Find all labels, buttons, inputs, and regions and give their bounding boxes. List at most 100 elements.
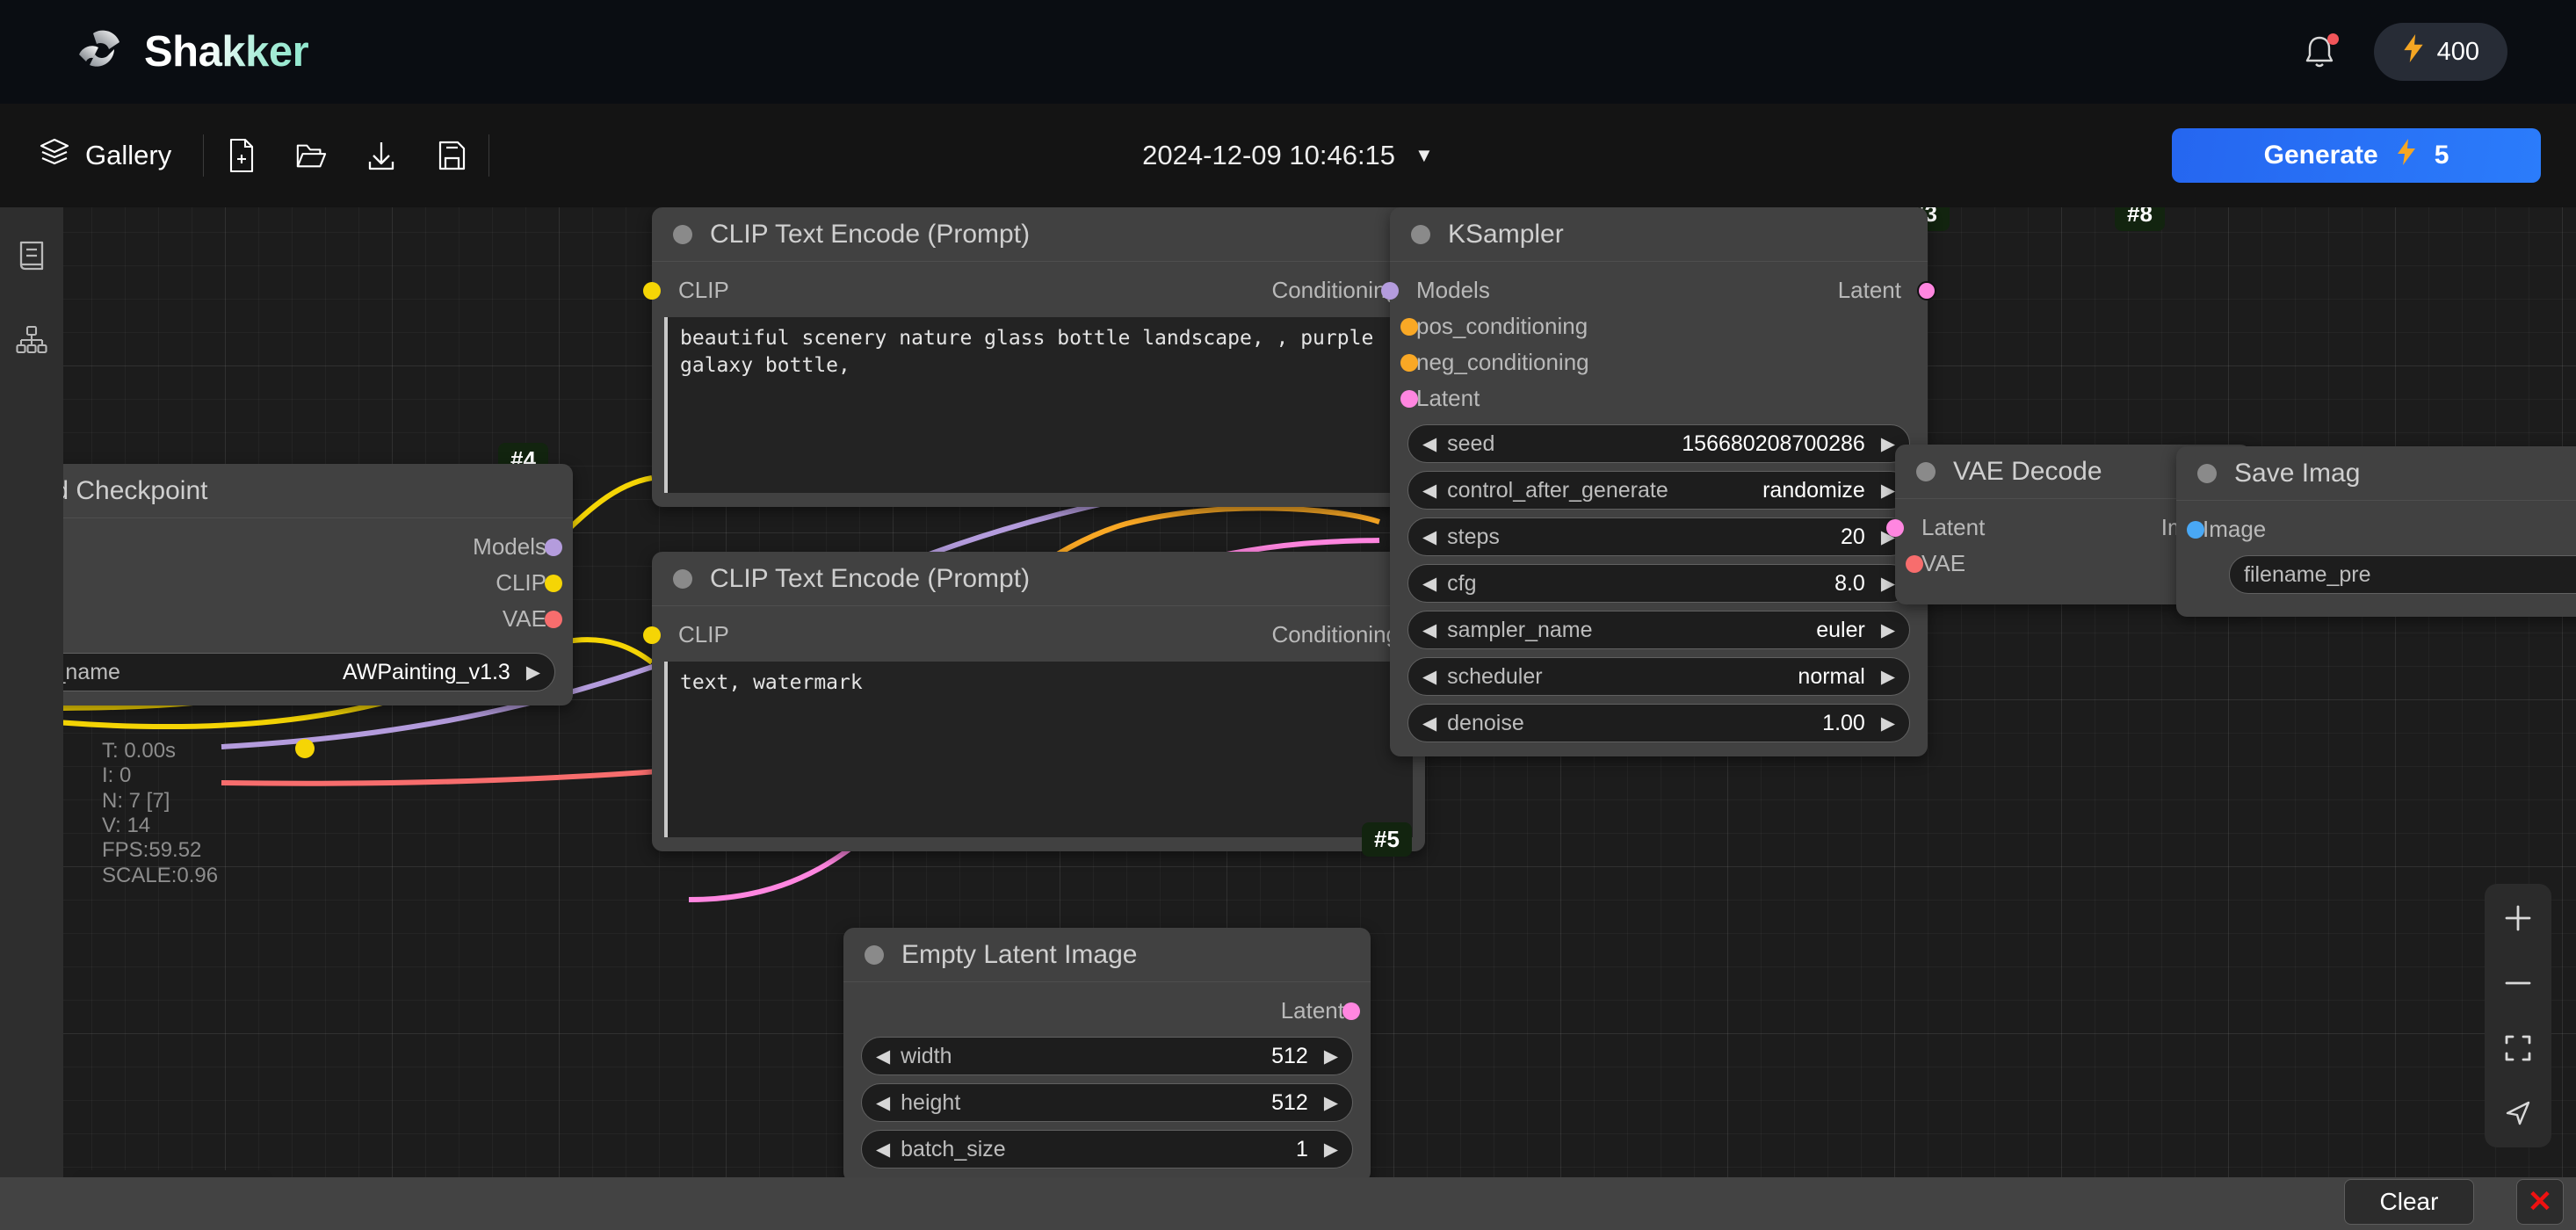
- brand-logo[interactable]: Shakker: [76, 27, 308, 76]
- credits-pill[interactable]: 400: [2374, 23, 2507, 81]
- widget-denoise[interactable]: ◀ denoise 1.00 ▶: [1407, 704, 1910, 742]
- widget-steps[interactable]: ◀ steps 20 ▶: [1407, 517, 1910, 556]
- sidebar-item-nodes[interactable]: [0, 311, 63, 373]
- widget-decrement-icon[interactable]: ◀: [876, 1140, 890, 1159]
- node-header[interactable]: oad Checkpoint: [63, 464, 573, 518]
- fit-view-button[interactable]: [2498, 1028, 2538, 1068]
- widget-increment-icon[interactable]: ▶: [1881, 575, 1895, 593]
- save-workflow-icon[interactable]: [436, 138, 467, 173]
- node-output-models[interactable]: Models: [63, 529, 573, 565]
- node-input-neg-conditioning[interactable]: neg_conditioning: [1390, 344, 1928, 380]
- node-graph-canvas[interactable]: #4 oad Checkpoint Models CLIP VAE: [63, 207, 2576, 1230]
- generate-button[interactable]: Generate 5: [2172, 128, 2541, 183]
- node-header[interactable]: CLIP Text Encode (Prompt): [652, 207, 1425, 262]
- port-latent-in[interactable]: [1886, 519, 1904, 537]
- widget-sampler-name[interactable]: ◀ sampler_name euler ▶: [1407, 611, 1910, 649]
- close-x-icon[interactable]: ✕: [2516, 1179, 2564, 1225]
- port-latent-in[interactable]: [1400, 390, 1418, 408]
- node-output-clip[interactable]: CLIP: [63, 565, 573, 601]
- node-header[interactable]: CLIP Text Encode (Prompt): [652, 552, 1425, 606]
- widget-cfg[interactable]: ◀ cfg 8.0 ▶: [1407, 564, 1910, 603]
- widget-decrement-icon[interactable]: ◀: [876, 1094, 890, 1112]
- zoom-out-button[interactable]: [2498, 963, 2538, 1003]
- widget-width[interactable]: ◀ width 512 ▶: [861, 1037, 1353, 1075]
- port-clip-in[interactable]: [643, 282, 661, 300]
- port-vae[interactable]: [545, 611, 562, 628]
- node-input-pos-conditioning[interactable]: pos_conditioning: [1390, 308, 1928, 344]
- port-clip[interactable]: [545, 575, 562, 592]
- node-badge-vae-decode: #8: [2115, 207, 2165, 231]
- node-body: CLIP Conditioning beautiful scenery natu…: [652, 262, 1425, 507]
- zoom-in-button[interactable]: [2498, 898, 2538, 938]
- node-collapse-dot[interactable]: [673, 569, 692, 589]
- node-header[interactable]: Empty Latent Image: [843, 928, 1371, 982]
- widget-ckpt-name[interactable]: ◀ kpt_name AWPainting_v1.3 ▶: [63, 653, 555, 691]
- widget-decrement-icon[interactable]: ◀: [1422, 668, 1436, 686]
- node-ksampler[interactable]: KSampler Models Latent pos_conditioning …: [1390, 207, 1928, 756]
- node-clip-text-encode-positive[interactable]: CLIP Text Encode (Prompt) CLIP Condition…: [652, 207, 1425, 507]
- node-input-image[interactable]: Image: [2176, 511, 2576, 547]
- widget-increment-icon[interactable]: ▶: [1881, 714, 1895, 733]
- prompt-textarea[interactable]: beautiful scenery nature glass bottle la…: [664, 317, 1413, 493]
- port-vae-in[interactable]: [1906, 555, 1923, 573]
- port-models-in[interactable]: [1381, 282, 1399, 300]
- bell-icon[interactable]: [2302, 33, 2337, 70]
- widget-increment-icon[interactable]: ▶: [1881, 481, 1895, 500]
- widget-scheduler[interactable]: ◀ scheduler normal ▶: [1407, 657, 1910, 696]
- node-save-image[interactable]: Save Imag Image filename_pre: [2176, 446, 2576, 617]
- node-output-vae[interactable]: VAE: [63, 601, 573, 637]
- node-output-latent[interactable]: Latent: [843, 993, 1371, 1029]
- widget-decrement-icon[interactable]: ◀: [876, 1047, 890, 1066]
- download-workflow-icon[interactable]: [365, 138, 397, 173]
- widget-control-after-generate[interactable]: ◀ control_after_generate randomize ▶: [1407, 471, 1910, 510]
- widget-decrement-icon[interactable]: ◀: [1422, 435, 1436, 453]
- widget-increment-icon[interactable]: ▶: [1324, 1140, 1338, 1159]
- node-header[interactable]: Save Imag: [2176, 446, 2576, 501]
- node-collapse-dot[interactable]: [1916, 462, 1936, 481]
- widget-increment-icon[interactable]: ▶: [1324, 1047, 1338, 1066]
- node-header[interactable]: KSampler: [1390, 207, 1928, 262]
- widget-height[interactable]: ◀ height 512 ▶: [861, 1083, 1353, 1122]
- document-title-dropdown[interactable]: 2024-12-09 10:46:15 ▼: [1142, 140, 1434, 171]
- node-clip-text-encode-negative[interactable]: CLIP Text Encode (Prompt) CLIP Condition…: [652, 552, 1425, 851]
- port-neg-conditioning[interactable]: [1400, 354, 1418, 372]
- port-clip-in[interactable]: [643, 626, 661, 644]
- layers-icon: [39, 137, 70, 174]
- widget-increment-icon[interactable]: ▶: [1881, 435, 1895, 453]
- widget-seed[interactable]: ◀ seed 156680208700286 ▶: [1407, 424, 1910, 463]
- port-latent-out[interactable]: [1917, 281, 1936, 300]
- port-models[interactable]: [545, 539, 562, 556]
- widget-filename-prefix[interactable]: filename_pre: [2229, 555, 2576, 594]
- widget-decrement-icon[interactable]: ◀: [1422, 621, 1436, 640]
- widget-decrement-icon[interactable]: ◀: [1422, 481, 1436, 500]
- widget-increment-icon[interactable]: ▶: [1881, 621, 1895, 640]
- widget-value: 8.0: [1834, 571, 1865, 597]
- widget-decrement-icon[interactable]: ◀: [1422, 528, 1436, 546]
- sidebar-item-library[interactable]: [0, 227, 63, 288]
- widget-increment-icon[interactable]: ▶: [1881, 668, 1895, 686]
- port-pos-conditioning[interactable]: [1400, 318, 1418, 336]
- node-empty-latent-image[interactable]: Empty Latent Image Latent ◀ width 512 ▶ …: [843, 928, 1371, 1183]
- node-input-latent[interactable]: Latent: [1390, 380, 1928, 416]
- node-collapse-dot[interactable]: [673, 225, 692, 244]
- node-load-checkpoint[interactable]: oad Checkpoint Models CLIP VAE ◀ kpt_nam: [63, 464, 573, 705]
- node-collapse-dot[interactable]: [2197, 464, 2217, 483]
- node-collapse-dot[interactable]: [865, 945, 884, 965]
- prompt-textarea[interactable]: text, watermark: [664, 662, 1413, 837]
- widget-increment-icon[interactable]: ▶: [526, 663, 540, 682]
- workflow-tools: [225, 138, 467, 173]
- widget-increment-icon[interactable]: ▶: [1324, 1094, 1338, 1112]
- port-latent-out[interactable]: [1342, 1002, 1360, 1020]
- new-workflow-icon[interactable]: [225, 138, 257, 173]
- widget-label: sampler_name: [1447, 618, 1592, 643]
- open-workflow-icon[interactable]: [295, 138, 327, 173]
- port-image-in[interactable]: [2187, 521, 2204, 539]
- widget-batch-size[interactable]: ◀ batch_size 1 ▶: [861, 1130, 1353, 1168]
- gallery-button[interactable]: Gallery: [28, 130, 182, 181]
- widget-decrement-icon[interactable]: ◀: [1422, 714, 1436, 733]
- clear-button[interactable]: Clear: [2344, 1179, 2474, 1225]
- pan-tool-button[interactable]: [2498, 1093, 2538, 1133]
- node-collapse-dot[interactable]: [1411, 225, 1430, 244]
- widget-value: 156680208700286: [1682, 431, 1865, 457]
- widget-decrement-icon[interactable]: ◀: [1422, 575, 1436, 593]
